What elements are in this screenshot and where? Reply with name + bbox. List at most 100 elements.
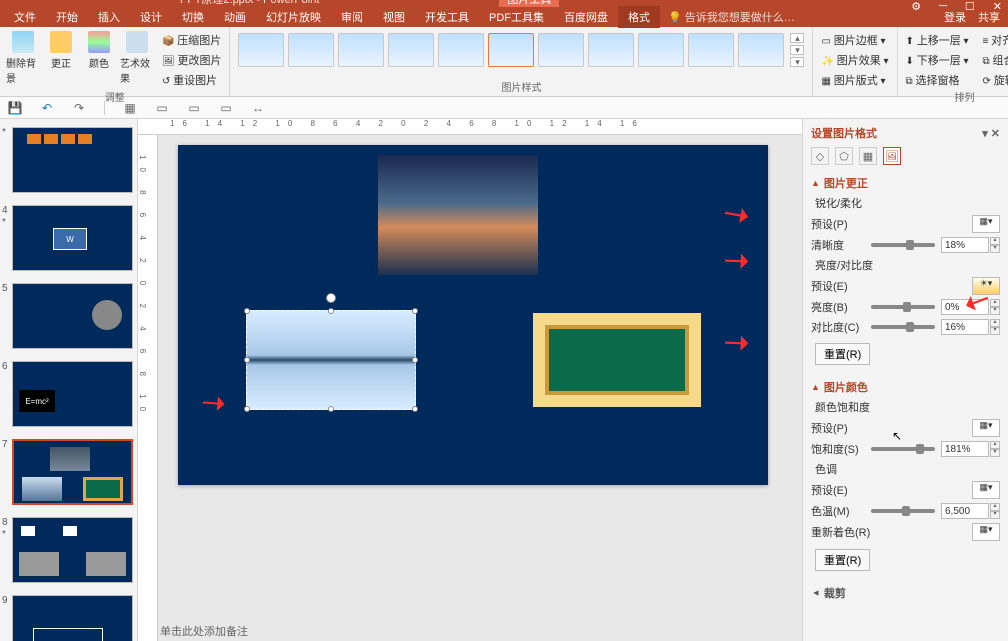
style-item[interactable] (388, 33, 434, 67)
style-item[interactable] (288, 33, 334, 67)
window-max-icon[interactable]: ☐ (965, 0, 975, 13)
sharpness-slider[interactable] (871, 243, 935, 247)
save-icon[interactable]: 💾 (8, 101, 22, 115)
window-min-icon[interactable]: ─ (939, 0, 947, 13)
tell-me[interactable]: 💡 告诉我您想要做什么… (668, 9, 795, 25)
image-city[interactable] (378, 155, 538, 275)
gallery-down[interactable]: ▾ (790, 45, 804, 55)
brightness-slider[interactable] (871, 305, 935, 309)
tab-transitions[interactable]: 切换 (172, 6, 214, 28)
section-picture-color[interactable]: ▲图片颜色 (811, 379, 1000, 395)
resize-handle[interactable] (412, 357, 418, 363)
pane-tab-picture-icon[interactable]: 🖼 (883, 147, 901, 165)
temperature-slider[interactable] (871, 509, 935, 513)
tab-design[interactable]: 设计 (130, 6, 172, 28)
tab-home[interactable]: 开始 (46, 6, 88, 28)
selection-pane-button[interactable]: ⧉ 选择窗格 (904, 71, 971, 89)
window-setting-icon[interactable]: ⚙ (911, 0, 921, 13)
sharpness-value[interactable]: 18% (941, 237, 989, 253)
window-close-icon[interactable]: ✕ (993, 0, 1002, 13)
saturation-value[interactable]: 181% (941, 441, 989, 457)
rotate-handle-icon[interactable] (326, 293, 336, 303)
thumbnail-panel[interactable]: * 4*W 5 6E=mc² 7 8* 9 10* (0, 119, 138, 641)
resize-handle[interactable] (412, 308, 418, 314)
spinner-up[interactable]: ▴ (990, 503, 1000, 511)
resize-handle[interactable] (244, 357, 250, 363)
tab-pdf[interactable]: PDF工具集 (479, 6, 554, 28)
spinner-up[interactable]: ▴ (990, 237, 1000, 245)
align-button[interactable]: ≡ 对齐 ▾ (981, 31, 1008, 49)
notes-placeholder[interactable]: 单击此处添加备注 (160, 623, 248, 639)
redo-icon[interactable]: ↷ (72, 101, 86, 115)
compress-button[interactable]: 📦 压缩图片 (160, 31, 223, 49)
send-back-button[interactable]: ⬇ 下移一层 ▾ (904, 51, 971, 69)
artistic-button[interactable]: 艺术效果 (120, 31, 154, 89)
contrast-value[interactable]: 16% (941, 319, 989, 335)
spinner-down[interactable]: ▾ (990, 327, 1000, 335)
resize-handle[interactable] (244, 308, 250, 314)
color-button[interactable]: 颜色 (82, 31, 116, 89)
remove-bg-button[interactable]: 删除背景 (6, 31, 40, 89)
spinner-down[interactable]: ▾ (990, 511, 1000, 519)
style-item[interactable] (738, 33, 784, 67)
reset-corrections-button[interactable]: 重置(R) (815, 343, 870, 365)
style-item[interactable] (338, 33, 384, 67)
style-item[interactable] (538, 33, 584, 67)
tab-slideshow[interactable]: 幻灯片放映 (256, 6, 331, 28)
image-mountain-selected[interactable] (246, 310, 416, 410)
qat-btn[interactable]: ▭ (219, 101, 233, 115)
recolor-dropdown[interactable]: ▦▾ (972, 523, 1000, 541)
image-board[interactable] (533, 313, 701, 407)
qat-btn[interactable]: ▭ (155, 101, 169, 115)
tab-review[interactable]: 审阅 (331, 6, 373, 28)
resize-handle[interactable] (328, 308, 334, 314)
bring-forward-button[interactable]: ⬆ 上移一层 ▾ (904, 31, 971, 49)
slide-canvas[interactable]: ➝ (178, 145, 768, 485)
style-item[interactable] (488, 33, 534, 67)
style-item[interactable] (638, 33, 684, 67)
qat-btn[interactable]: ▦ (123, 101, 137, 115)
resize-handle[interactable] (244, 406, 250, 412)
saturation-slider[interactable] (871, 447, 935, 451)
tab-view[interactable]: 视图 (373, 6, 415, 28)
group-button[interactable]: ⧉ 组合 ▾ (981, 51, 1008, 69)
contrast-slider[interactable] (871, 325, 935, 329)
preset-dropdown[interactable]: ▦▾ (972, 481, 1000, 499)
style-item[interactable] (588, 33, 634, 67)
gallery-up[interactable]: ▴ (790, 33, 804, 43)
styles-gallery[interactable]: ▴ ▾ ▾ (236, 31, 806, 69)
corrections-button[interactable]: 更正 (44, 31, 78, 89)
qat-btn[interactable]: ↔ (251, 101, 265, 115)
undo-icon[interactable]: ↶ (40, 101, 54, 115)
spinner-up[interactable]: ▴ (990, 441, 1000, 449)
resize-handle[interactable] (328, 406, 334, 412)
canvas-area[interactable]: ➝ ➝ ➝ ➝ (158, 135, 802, 641)
qat-btn[interactable]: ▭ (187, 101, 201, 115)
style-item[interactable] (238, 33, 284, 67)
preset-dropdown[interactable]: ▦▾ (972, 215, 1000, 233)
pane-tab-size-icon[interactable]: ▦ (859, 147, 877, 165)
pane-close-icon[interactable]: ▾ ✕ (982, 127, 1000, 140)
tab-insert[interactable]: 插入 (88, 6, 130, 28)
section-crop[interactable]: ▲裁剪 (811, 585, 1000, 601)
rotate-button[interactable]: ⟳ 旋转 ▾ (981, 71, 1008, 89)
picture-effects-button[interactable]: ✨ 图片效果 ▾ (819, 51, 890, 69)
tab-baidu[interactable]: 百度网盘 (554, 6, 618, 28)
picture-layout-button[interactable]: ▦ 图片版式 ▾ (819, 71, 890, 89)
resize-handle[interactable] (412, 406, 418, 412)
gallery-more[interactable]: ▾ (790, 57, 804, 67)
preset-dropdown[interactable]: ▦▾ (972, 419, 1000, 437)
style-item[interactable] (438, 33, 484, 67)
tab-developer[interactable]: 开发工具 (415, 6, 479, 28)
reset-pic-button[interactable]: ↺ 重设图片 (160, 71, 223, 89)
tab-format[interactable]: 格式 (618, 6, 660, 28)
pane-tab-fill-icon[interactable]: ◇ (811, 147, 829, 165)
picture-border-button[interactable]: ▭ 图片边框 ▾ (819, 31, 890, 49)
tab-file[interactable]: 文件 (4, 6, 46, 28)
temperature-value[interactable]: 6,500 (941, 503, 989, 519)
change-pic-button[interactable]: 🖼 更改图片 (160, 51, 223, 69)
spinner-up[interactable]: ▴ (990, 319, 1000, 327)
spinner-down[interactable]: ▾ (990, 449, 1000, 457)
style-item[interactable] (688, 33, 734, 67)
reset-color-button[interactable]: 重置(R) (815, 549, 870, 571)
